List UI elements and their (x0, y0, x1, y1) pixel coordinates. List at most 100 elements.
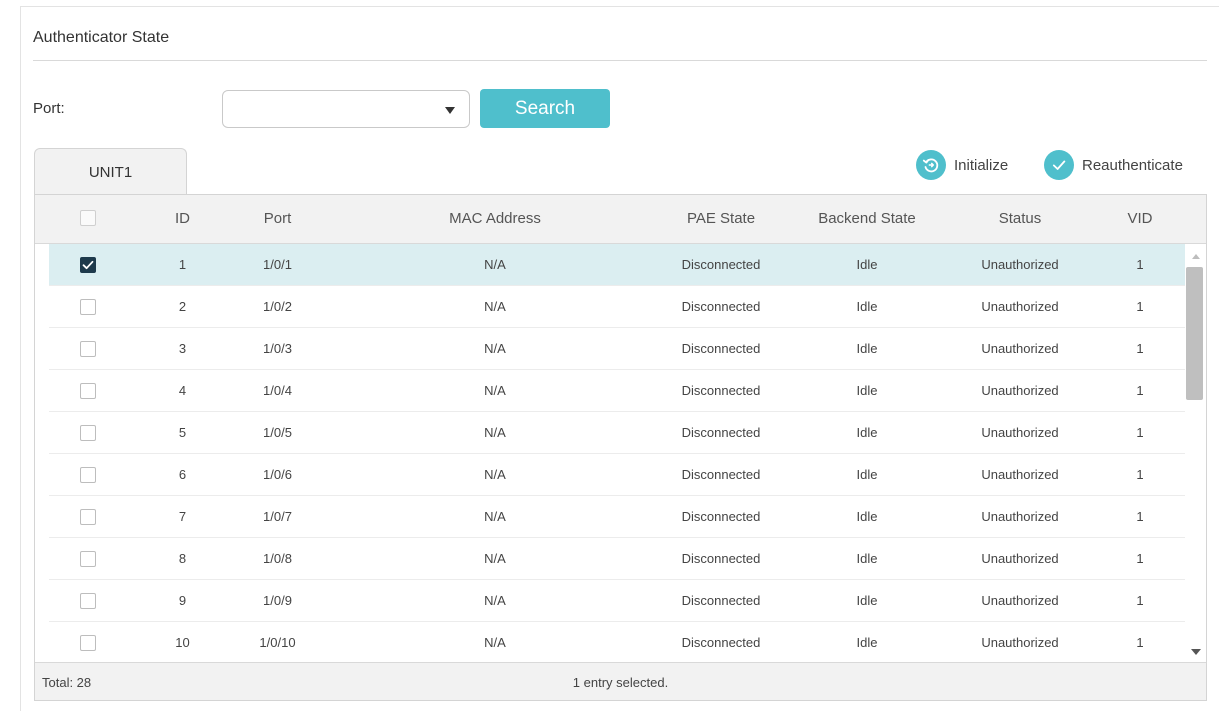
port-select[interactable] (222, 90, 470, 128)
table-row[interactable]: 1 1/0/1 N/A Disconnected Idle Unauthorized 1 (49, 244, 1185, 286)
tab-unit1[interactable]: UNIT1 (34, 148, 187, 195)
column-header-pae-state: PAE State (686, 210, 756, 227)
column-header-status: Status (998, 210, 1042, 227)
cell-vid: 1 (1136, 257, 1144, 272)
authenticator-table: ID Port MAC Address PAE State Backend St… (34, 194, 1207, 701)
row-checkbox[interactable] (80, 467, 96, 483)
table-row[interactable]: 8 1/0/8 N/A Disconnected Idle Unauthorized 1 (49, 538, 1185, 580)
cell-status: Unauthorized (981, 635, 1059, 650)
scroll-up-icon[interactable] (1192, 254, 1200, 259)
cell-port: 1/0/1 (263, 257, 292, 272)
cell-id: 8 (178, 551, 187, 566)
cell-mac-address: N/A (484, 635, 506, 650)
cell-port: 1/0/7 (263, 509, 292, 524)
cell-id: 9 (178, 593, 187, 608)
column-header-vid: VID (1127, 210, 1153, 227)
cell-port: 1/0/8 (263, 551, 292, 566)
table-row[interactable]: 3 1/0/3 N/A Disconnected Idle Unauthorized 1 (49, 328, 1185, 370)
table-row[interactable]: 5 1/0/5 N/A Disconnected Idle Unauthorized 1 (49, 412, 1185, 454)
cell-backend-state: Idle (856, 467, 878, 482)
caret-down-icon (445, 107, 455, 114)
port-label: Port: (33, 100, 65, 117)
table-row[interactable]: 6 1/0/6 N/A Disconnected Idle Unauthorized 1 (49, 454, 1185, 496)
scroll-thumb[interactable] (1186, 267, 1203, 400)
cell-backend-state: Idle (856, 341, 878, 356)
cell-vid: 1 (1136, 299, 1144, 314)
cell-status: Unauthorized (981, 299, 1059, 314)
row-checkbox[interactable] (80, 509, 96, 525)
cell-backend-state: Idle (856, 593, 878, 608)
reauthenticate-label: Reauthenticate (1082, 156, 1183, 174)
row-checkbox[interactable] (80, 383, 96, 399)
cell-status: Unauthorized (981, 383, 1059, 398)
reauthenticate-button[interactable]: Reauthenticate (1044, 150, 1183, 180)
column-header-backend-state: Backend State (818, 210, 916, 227)
row-checkbox[interactable] (80, 593, 96, 609)
column-header-port: Port (263, 210, 292, 227)
column-header-id: ID (175, 210, 190, 227)
initialize-button[interactable]: Initialize (916, 150, 1008, 180)
cell-port: 1/0/3 (263, 341, 292, 356)
cell-pae-state: Disconnected (681, 257, 761, 272)
cell-vid: 1 (1136, 635, 1144, 650)
cell-vid: 1 (1136, 593, 1144, 608)
cell-port: 1/0/4 (263, 383, 292, 398)
cell-backend-state: Idle (856, 425, 878, 440)
table-row[interactable]: 4 1/0/4 N/A Disconnected Idle Unauthorized 1 (49, 370, 1185, 412)
row-checkbox[interactable] (80, 299, 96, 315)
row-checkbox[interactable] (80, 257, 96, 273)
cell-mac-address: N/A (484, 341, 506, 356)
section-divider (33, 60, 1207, 61)
row-checkbox[interactable] (80, 341, 96, 357)
row-checkbox[interactable] (80, 425, 96, 441)
cell-pae-state: Disconnected (681, 383, 761, 398)
cell-status: Unauthorized (981, 257, 1059, 272)
cell-id: 10 (175, 635, 190, 650)
cell-backend-state: Idle (856, 299, 878, 314)
cell-backend-state: Idle (856, 551, 878, 566)
section-title: Authenticator State (33, 29, 170, 46)
selection-info: 1 entry selected. (572, 675, 669, 690)
cell-vid: 1 (1136, 425, 1144, 440)
cell-vid: 1 (1136, 383, 1144, 398)
table-scrollbar[interactable] (1185, 244, 1206, 662)
row-checkbox[interactable] (80, 635, 96, 651)
refresh-icon (916, 150, 946, 180)
cell-pae-state: Disconnected (681, 299, 761, 314)
cell-pae-state: Disconnected (681, 425, 761, 440)
row-checkbox[interactable] (80, 551, 96, 567)
cell-vid: 1 (1136, 467, 1144, 482)
cell-mac-address: N/A (484, 509, 506, 524)
table-row[interactable]: 9 1/0/9 N/A Disconnected Idle Unauthorized 1 (49, 580, 1185, 622)
table-footer: Total: 28 1 entry selected. (35, 662, 1206, 700)
cell-pae-state: Disconnected (681, 509, 761, 524)
cell-vid: 1 (1136, 509, 1144, 524)
cell-status: Unauthorized (981, 551, 1059, 566)
cell-id: 6 (178, 467, 187, 482)
cell-id: 2 (178, 299, 187, 314)
cell-port: 1/0/6 (263, 467, 292, 482)
table-row[interactable]: 7 1/0/7 N/A Disconnected Idle Unauthorized 1 (49, 496, 1185, 538)
select-all-checkbox[interactable] (80, 210, 96, 226)
scroll-down-icon[interactable] (1191, 649, 1201, 655)
table-row[interactable]: 10 1/0/10 N/A Disconnected Idle Unauthorized 1 (49, 622, 1185, 662)
initialize-label: Initialize (954, 156, 1009, 174)
table-header: ID Port MAC Address PAE State Backend St… (35, 195, 1206, 244)
cell-mac-address: N/A (484, 425, 506, 440)
table-row[interactable]: 2 1/0/2 N/A Disconnected Idle Unauthorized 1 (49, 286, 1185, 328)
cell-status: Unauthorized (981, 467, 1059, 482)
search-button[interactable]: Search (480, 89, 610, 128)
table-body: 1 1/0/1 N/A Disconnected Idle Unauthorized 1 2 1… (49, 244, 1185, 662)
cell-backend-state: Idle (856, 635, 878, 650)
cell-status: Unauthorized (981, 509, 1059, 524)
cell-backend-state: Idle (856, 509, 878, 524)
cell-status: Unauthorized (981, 593, 1059, 608)
cell-mac-address: N/A (484, 299, 506, 314)
checkmark-icon (82, 260, 94, 270)
cell-id: 5 (178, 425, 187, 440)
cell-vid: 1 (1136, 341, 1144, 356)
check-icon (1044, 150, 1074, 180)
cell-backend-state: Idle (856, 383, 878, 398)
cell-vid: 1 (1136, 551, 1144, 566)
cell-mac-address: N/A (484, 593, 506, 608)
